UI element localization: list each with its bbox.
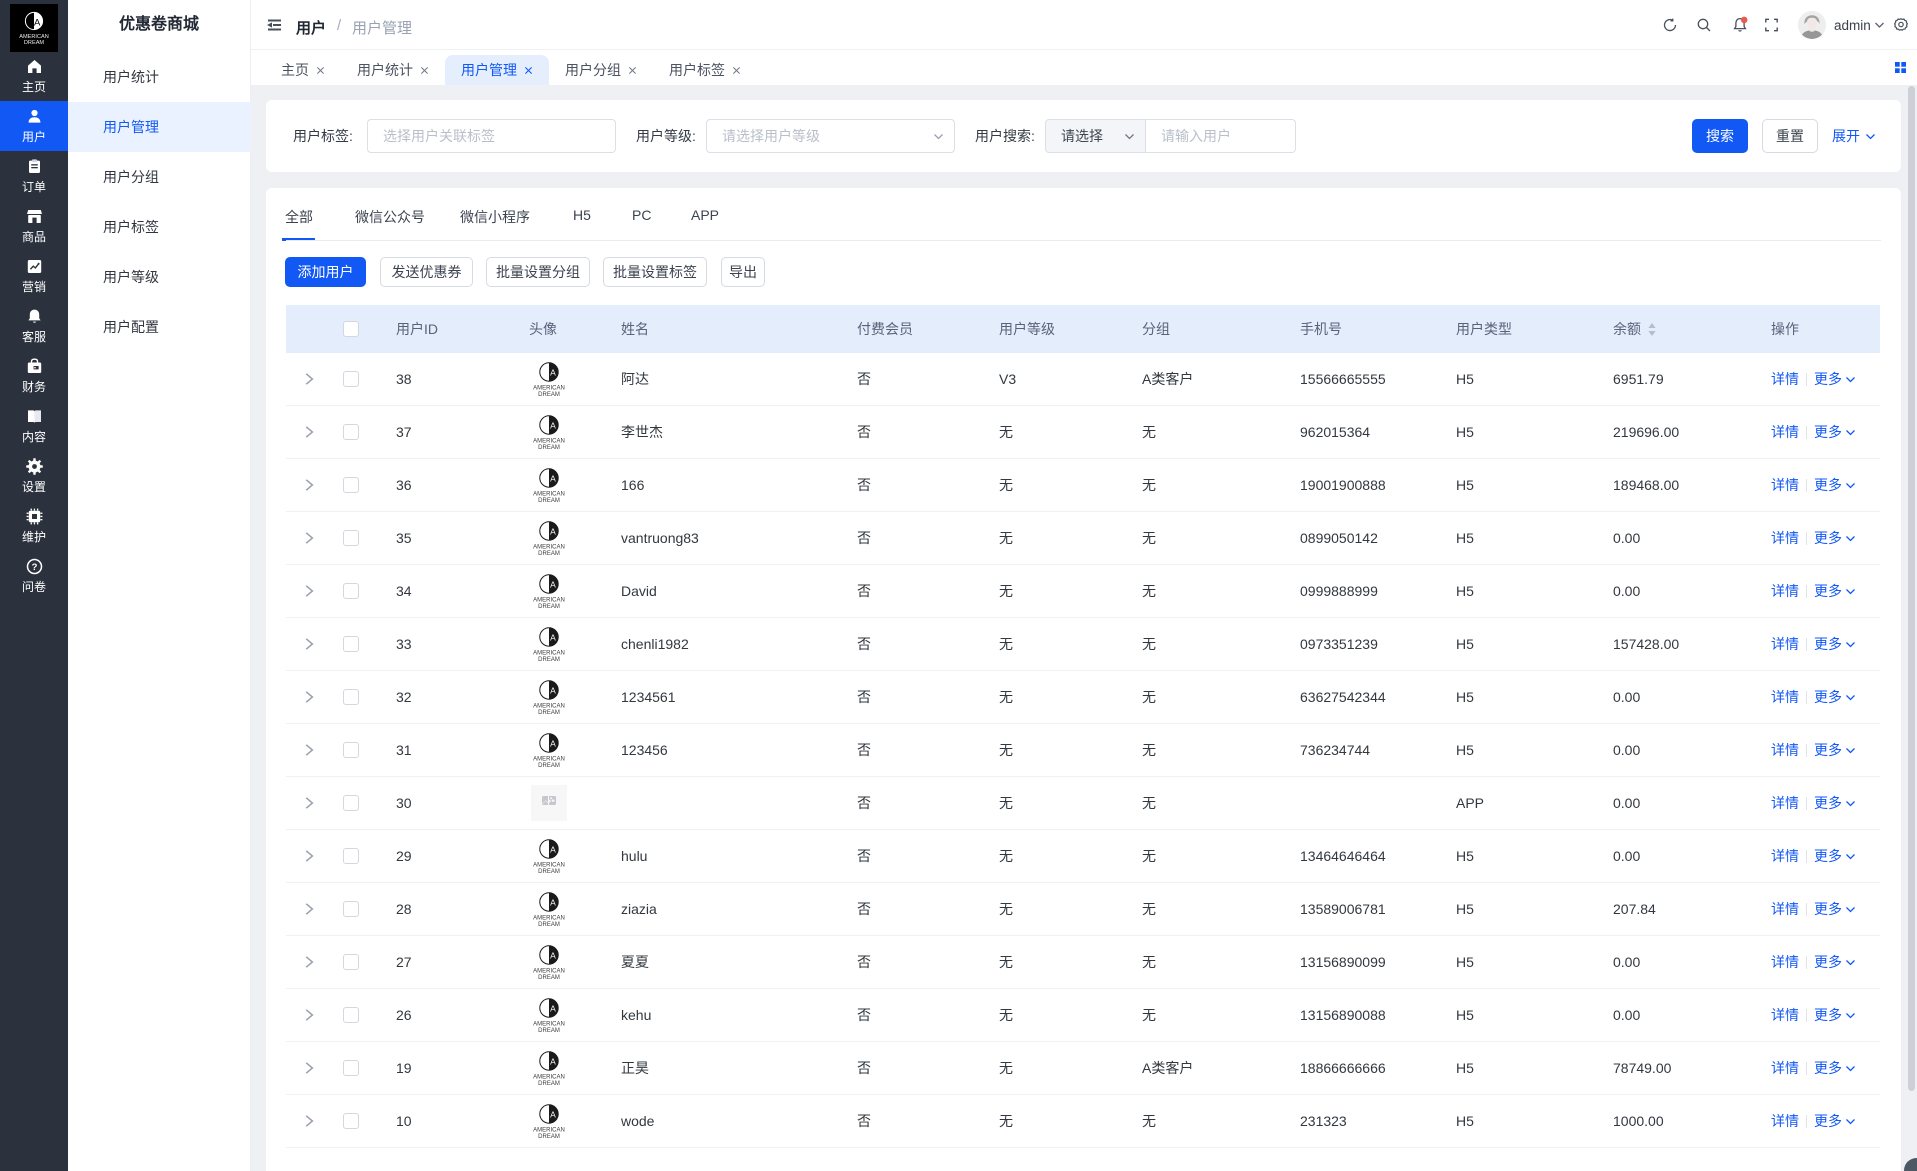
svg-text:?: ? [31,561,37,572]
svg-text:DREAM: DREAM [24,40,45,46]
svg-text:A: A [34,18,41,29]
